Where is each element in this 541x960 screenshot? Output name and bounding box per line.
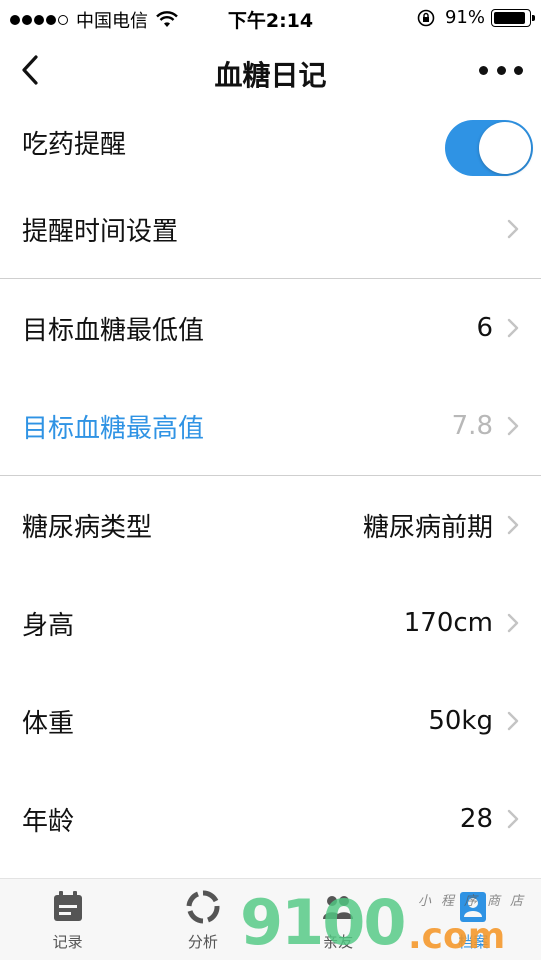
settings-list: 吃药提醒 提醒时间设置 目标血糖最低值 6 目标血糖最高值 7.8 糖尿病类型 … <box>0 106 541 868</box>
tab-label: 亲友 <box>323 933 354 951</box>
chevron-right-icon <box>507 416 519 436</box>
diabetes-type-label: 糖尿病类型 <box>22 512 153 543</box>
orientation-lock-icon <box>417 9 435 26</box>
tab-bar: 记录 分析 亲友 档案 <box>0 878 541 960</box>
weight-label: 体重 <box>22 708 75 739</box>
tab-label: 档案 <box>458 933 489 951</box>
battery-fill <box>494 11 525 24</box>
chevron-right-icon <box>507 318 519 338</box>
more-icon <box>479 65 488 75</box>
battery-icon <box>491 8 535 27</box>
status-bar: 中国电信 下午2:14 91% <box>0 0 541 36</box>
target-min-row[interactable]: 目标血糖最低值 6 <box>0 279 541 377</box>
calendar-icon <box>53 891 82 921</box>
tab-label: 记录 <box>52 933 83 951</box>
ring-chart-icon <box>186 890 220 924</box>
tab-analysis[interactable]: 分析 <box>135 879 270 960</box>
target-max-label: 目标血糖最高值 <box>22 413 205 444</box>
age-value: 28 <box>459 804 493 834</box>
diabetes-type-row[interactable]: 糖尿病类型 糖尿病前期 <box>0 476 541 574</box>
age-label: 年龄 <box>22 806 75 837</box>
weight-value: 50kg <box>428 706 493 736</box>
tab-friends[interactable]: 亲友 <box>271 879 406 960</box>
nav-bar: 血糖日记 <box>0 36 541 106</box>
diabetes-type-value: 糖尿病前期 <box>362 512 493 543</box>
target-max-value: 7.8 <box>451 411 493 441</box>
chevron-right-icon <box>507 219 519 239</box>
tab-label: 分析 <box>187 933 218 951</box>
height-row[interactable]: 身高 170cm <box>0 574 541 672</box>
height-label: 身高 <box>22 610 75 641</box>
chevron-right-icon <box>507 809 519 829</box>
medication-reminder-row: 吃药提醒 <box>0 106 541 180</box>
weight-row[interactable]: 体重 50kg <box>0 672 541 770</box>
tab-profile[interactable]: 档案 <box>406 879 541 960</box>
target-max-row[interactable]: 目标血糖最高值 7.8 <box>0 377 541 475</box>
chevron-right-icon <box>507 613 519 633</box>
page-title: 血糖日记 <box>214 59 327 92</box>
toggle-knob <box>479 122 531 174</box>
chevron-right-icon <box>507 515 519 535</box>
reminder-time-label: 提醒时间设置 <box>22 216 179 247</box>
target-min-label: 目标血糖最低值 <box>22 315 205 346</box>
tab-records[interactable]: 记录 <box>0 879 135 960</box>
age-row[interactable]: 年龄 28 <box>0 770 541 868</box>
medication-reminder-toggle[interactable] <box>445 120 533 176</box>
reminder-time-row[interactable]: 提醒时间设置 <box>0 180 541 278</box>
more-button[interactable] <box>479 58 523 82</box>
height-value: 170cm <box>403 608 493 638</box>
people-icon <box>323 896 354 919</box>
chevron-right-icon <box>507 711 519 731</box>
battery-percentage: 91% <box>444 7 485 28</box>
profile-card-icon <box>460 892 487 922</box>
target-min-value: 6 <box>476 313 493 343</box>
status-right: 91% <box>417 7 535 28</box>
